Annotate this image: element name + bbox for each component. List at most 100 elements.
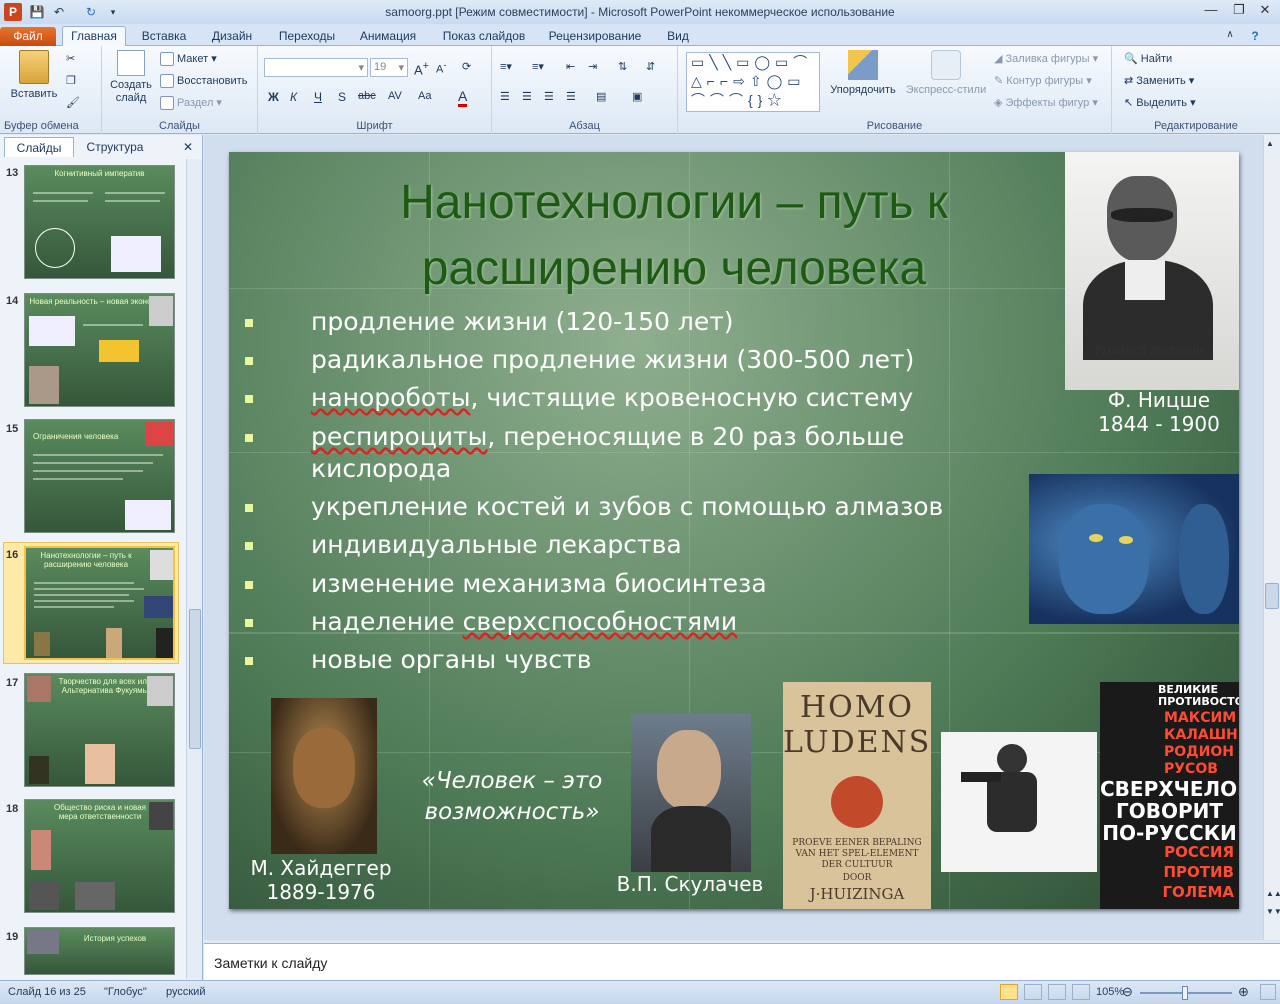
shape-effects-button[interactable]: ◈ Эффекты фигур ▾: [994, 96, 1098, 109]
clear-format-icon[interactable]: ⟳: [462, 60, 471, 73]
tab-slides[interactable]: Слайды: [4, 137, 74, 157]
misspelled-word[interactable]: нанороботы: [311, 383, 471, 412]
font-color-button[interactable]: A: [458, 88, 468, 107]
reading-view-icon[interactable]: [1048, 984, 1066, 1000]
tab-animation[interactable]: Анимация: [352, 27, 424, 46]
replace-button[interactable]: ⇄ Заменить ▾: [1124, 74, 1194, 87]
change-case-button[interactable]: Aa: [418, 90, 431, 102]
quick-styles-button[interactable]: Экспресс-стили: [902, 50, 990, 96]
slide-thumb-16[interactable]: Нанотехнологии – путь к расширению челов…: [24, 546, 175, 660]
underline-button[interactable]: Ч: [314, 90, 322, 104]
layout-button[interactable]: Макет ▾: [160, 52, 217, 67]
font-size-field[interactable]: 19 ▾: [370, 58, 408, 77]
shape-outline-button[interactable]: ✎ Контур фигуры ▾: [994, 74, 1092, 87]
shape-effects-label: Эффекты фигур: [1005, 97, 1090, 109]
zoom-out-icon[interactable]: ⊖: [1122, 984, 1133, 1000]
justify-icon[interactable]: ☰: [566, 90, 576, 103]
slideshow-icon[interactable]: [1072, 984, 1090, 1000]
find-button[interactable]: 🔍 Найти: [1124, 52, 1172, 65]
bullet-text: радикальное продление жизни (300-500 лет…: [311, 345, 915, 374]
text-direction-icon[interactable]: ⇵: [646, 60, 655, 73]
select-button[interactable]: ↖ Выделить ▾: [1124, 96, 1196, 109]
fit-to-window-icon[interactable]: [1260, 984, 1276, 1000]
columns-icon[interactable]: ▤: [596, 90, 606, 103]
minimize-button[interactable]: —: [1198, 2, 1224, 20]
italic-button[interactable]: К: [290, 90, 297, 104]
shadow-button[interactable]: S: [338, 90, 346, 104]
misspelled-word[interactable]: сверхспособностями: [463, 607, 737, 636]
section-button[interactable]: Раздел ▾: [160, 96, 222, 111]
arrange-button[interactable]: Упорядочить: [828, 50, 898, 96]
canvas-scrollbar[interactable]: ▲ ▲▲ ▼▼: [1263, 135, 1280, 940]
slide-thumb-19[interactable]: История успехов: [24, 927, 175, 975]
smartart-icon[interactable]: ▣: [632, 90, 642, 103]
tab-slideshow[interactable]: Показ слайдов: [436, 27, 532, 46]
thumb-line: [105, 192, 165, 194]
align-center-icon[interactable]: ☰: [522, 90, 532, 103]
ribbon-collapse-icon[interactable]: ∧: [1222, 27, 1238, 46]
scroll-thumb[interactable]: [189, 609, 201, 749]
zoom-in-icon[interactable]: ⊕: [1238, 984, 1249, 1000]
close-pane-icon[interactable]: ✕: [180, 137, 196, 157]
slide-sorter-icon[interactable]: [1024, 984, 1042, 1000]
group-label: Буфер обмена: [4, 120, 79, 132]
paste-button[interactable]: Вставить: [8, 50, 60, 100]
format-painter-icon[interactable]: 🖌: [66, 96, 80, 109]
shape-fill-button[interactable]: ◢ Заливка фигуры ▾: [994, 52, 1098, 65]
tab-outline[interactable]: Структура: [78, 137, 152, 157]
tab-design[interactable]: Дизайн: [204, 27, 260, 46]
slide[interactable]: Нанотехнологии – путь к расширению челов…: [229, 152, 1239, 909]
slide-title[interactable]: Нанотехнологии – путь к расширению челов…: [329, 170, 1019, 302]
thumb-line: [33, 462, 153, 464]
tab-file[interactable]: Файл: [0, 27, 56, 46]
scroll-up-icon[interactable]: ▲: [1266, 139, 1274, 148]
strikethrough-button[interactable]: abc: [358, 90, 376, 102]
thumb-number: 13: [6, 167, 19, 179]
bullets-icon[interactable]: ≡▾: [500, 60, 512, 73]
nietzsche-signature: Friedrich Nietzsche: [1095, 344, 1206, 357]
decrease-indent-icon[interactable]: ⇤: [566, 60, 575, 73]
replace-label: Заменить: [1136, 75, 1186, 87]
pane-scrollbar[interactable]: [186, 159, 202, 979]
shrink-font-icon[interactable]: A-: [436, 60, 446, 76]
slide-thumb-14[interactable]: Новая реальность – новая экономика: [24, 293, 175, 407]
line-spacing-icon[interactable]: ⇅: [618, 60, 627, 73]
notes-pane[interactable]: Заметки к слайду: [204, 943, 1280, 980]
tab-home[interactable]: Главная: [62, 26, 126, 47]
zoom-level[interactable]: 105%: [1096, 986, 1124, 998]
char-spacing-button[interactable]: AV: [388, 90, 402, 102]
reset-button[interactable]: Восстановить: [160, 74, 247, 88]
new-slide-button[interactable]: Создать слайд: [106, 50, 156, 105]
slide-thumb-17[interactable]: Творчество для всех или Альтернатива Фук…: [24, 673, 175, 787]
slide-thumb-18[interactable]: Общество риска и новая мера ответственно…: [24, 799, 175, 913]
zoom-slider-thumb[interactable]: [1182, 986, 1188, 1000]
copy-icon[interactable]: ❐: [66, 74, 76, 87]
grow-font-icon[interactable]: A+: [414, 60, 429, 77]
cut-icon[interactable]: ✂: [66, 52, 75, 65]
slide-thumb-13[interactable]: Когнитивный императив: [24, 165, 175, 279]
slide-thumb-15[interactable]: Ограничения человека: [24, 419, 175, 533]
align-left-icon[interactable]: ☰: [500, 90, 510, 103]
maximize-button[interactable]: ❐: [1226, 2, 1252, 20]
language-indicator[interactable]: русский: [166, 986, 205, 998]
numbering-icon[interactable]: ≡▾: [532, 60, 544, 73]
shapes-gallery[interactable]: ▭╲╲▭◯▭⌒ △⌐⌐⇨⇧◯▭ ⌒⌒⌒{}☆: [686, 52, 820, 112]
thumb-image: [106, 628, 122, 658]
tab-view[interactable]: Вид: [660, 27, 696, 46]
thumb-line: [34, 582, 134, 584]
bold-button[interactable]: Ж: [268, 90, 279, 104]
thumb-image: [31, 830, 51, 870]
close-button[interactable]: ✕: [1252, 2, 1278, 20]
align-right-icon[interactable]: ☰: [544, 90, 554, 103]
scroll-thumb[interactable]: [1265, 583, 1279, 609]
tab-insert[interactable]: Вставка: [136, 27, 192, 46]
next-slide-icon[interactable]: ▼▼: [1266, 907, 1280, 916]
tab-review[interactable]: Рецензирование: [544, 27, 646, 46]
help-icon[interactable]: ?: [1244, 27, 1266, 46]
prev-slide-icon[interactable]: ▲▲: [1266, 889, 1280, 898]
tab-transitions[interactable]: Переходы: [272, 27, 342, 46]
font-name-field[interactable]: ▾: [264, 58, 368, 77]
misspelled-word[interactable]: респироциты: [311, 422, 487, 451]
increase-indent-icon[interactable]: ⇥: [588, 60, 597, 73]
normal-view-icon[interactable]: [1000, 984, 1018, 1000]
